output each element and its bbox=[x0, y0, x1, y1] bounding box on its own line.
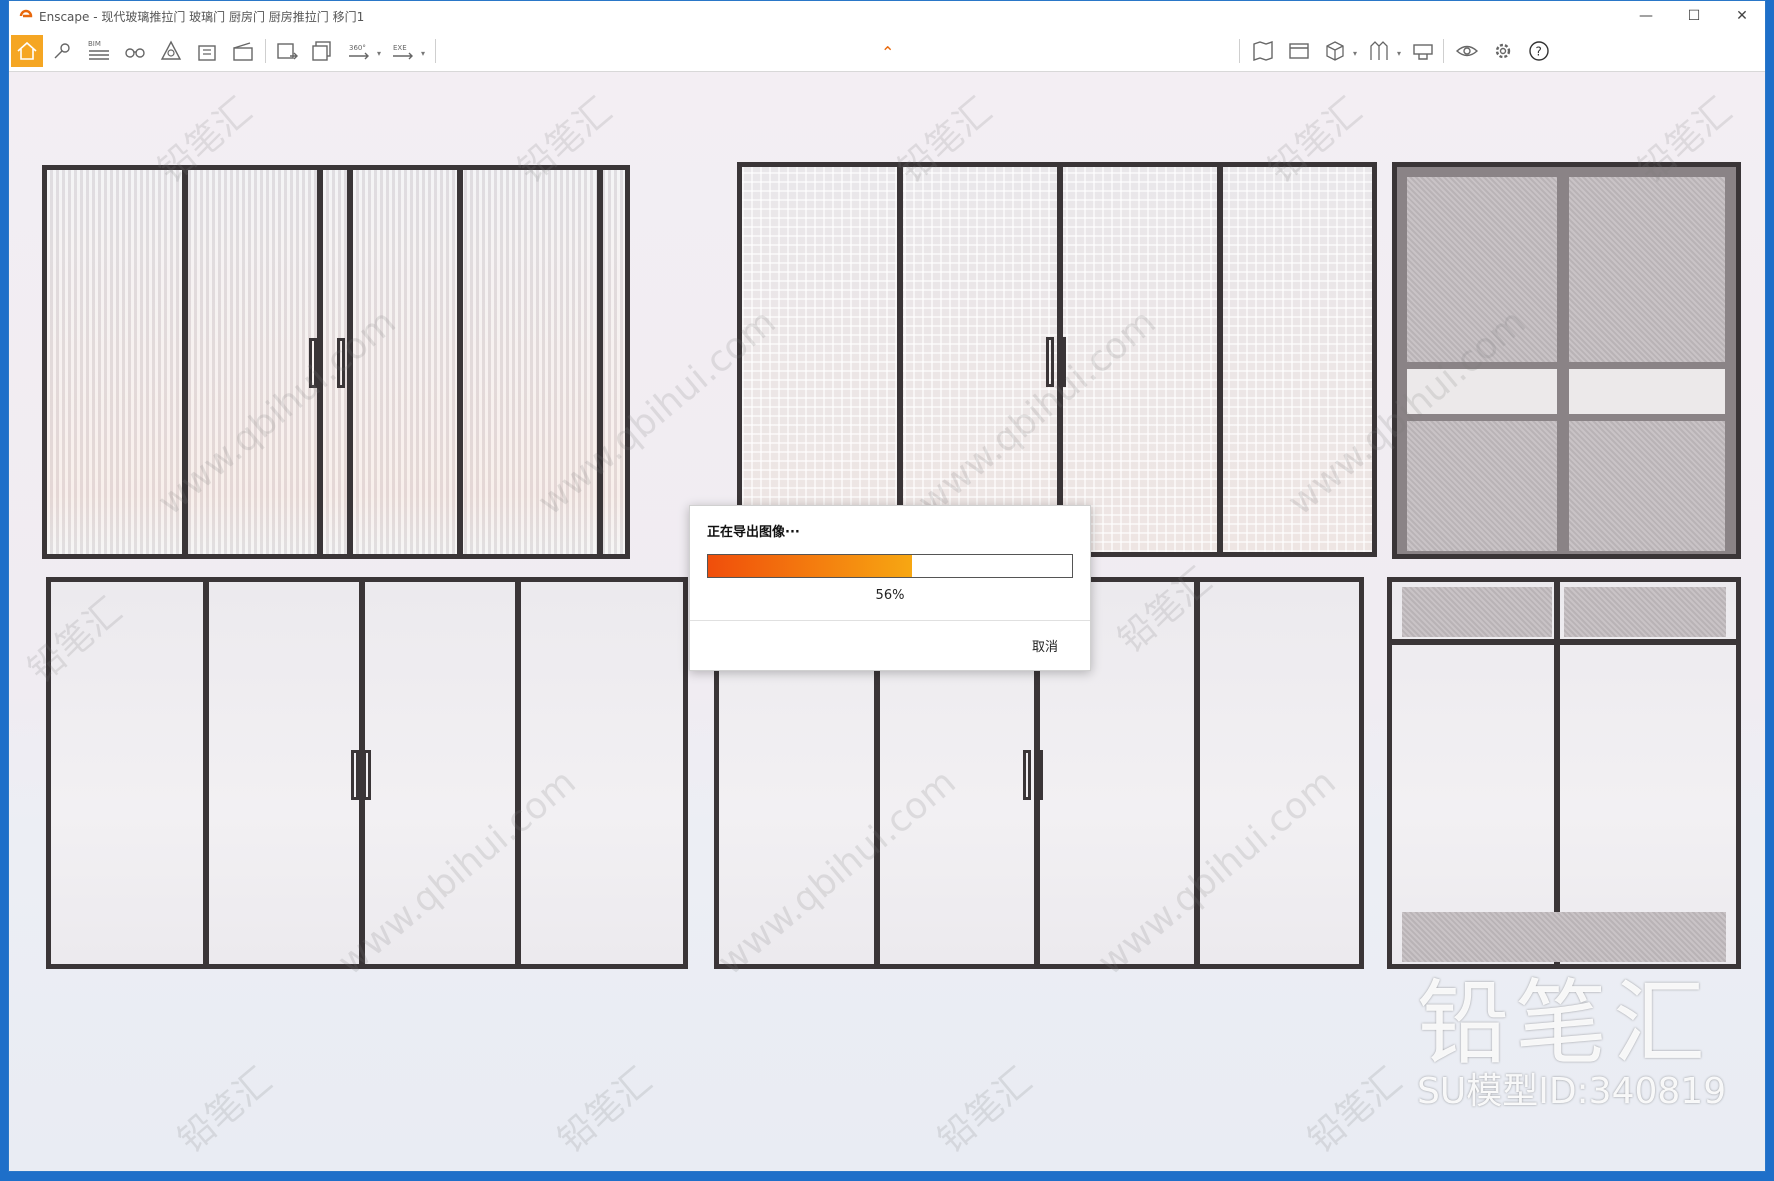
door-model-ribbed-top-left bbox=[42, 165, 630, 559]
door-model-bottom-right bbox=[1387, 577, 1741, 969]
views-icon bbox=[1289, 43, 1309, 59]
watermark-brand: 铅笔汇 bbox=[930, 1060, 1040, 1162]
brand-watermark: 铅笔汇 SU模型ID:340819 bbox=[1417, 976, 1726, 1112]
collapse-toolbar-icon[interactable]: ⌃ bbox=[881, 43, 894, 62]
cube-dropdown-icon[interactable]: ▾ bbox=[1353, 49, 1357, 58]
bim-button[interactable]: BIM bbox=[83, 35, 115, 67]
svg-text:?: ? bbox=[1536, 45, 1542, 59]
model-id-text: SU模型ID:340819 bbox=[1417, 1071, 1727, 1112]
toolbar-separator bbox=[1443, 39, 1444, 63]
svg-text:360°: 360° bbox=[349, 44, 366, 52]
svg-text:EXE: EXE bbox=[393, 44, 407, 52]
location-button[interactable] bbox=[47, 35, 79, 67]
app-window: Enscape - 现代玻璃推拉门 玻璃门 厨房门 厨房推拉门 移门1 — ☐ … bbox=[8, 0, 1766, 1172]
maximize-button[interactable]: ☐ bbox=[1671, 1, 1717, 31]
gear-icon bbox=[1495, 43, 1511, 59]
export-dropdown-icon[interactable]: ▾ bbox=[421, 49, 425, 58]
general-settings-button[interactable] bbox=[1487, 35, 1519, 67]
progress-fill bbox=[708, 555, 912, 577]
door-model-plain-bottom-left bbox=[46, 577, 688, 969]
progress-percent: 56% bbox=[875, 588, 905, 603]
watermark-brand: 铅笔汇 bbox=[170, 1060, 280, 1162]
building-icon bbox=[198, 45, 216, 61]
collaboration-button[interactable] bbox=[1407, 35, 1439, 67]
dialog-divider bbox=[690, 620, 1090, 621]
batch-export-icon bbox=[312, 41, 331, 61]
title-bar[interactable]: Enscape - 现代玻璃推拉门 玻璃门 厨房门 厨房推拉门 移门1 — ☐ … bbox=[9, 1, 1765, 31]
atmosphere-icon bbox=[160, 40, 182, 60]
close-button[interactable]: ✕ bbox=[1719, 1, 1765, 31]
toolbar-separator bbox=[1239, 39, 1240, 63]
mini-map-button[interactable] bbox=[1247, 35, 1279, 67]
home-icon bbox=[17, 41, 37, 60]
binoculars-icon bbox=[125, 48, 145, 58]
asset-library-button[interactable] bbox=[191, 35, 223, 67]
binoculars-button[interactable] bbox=[119, 35, 151, 67]
toolbar-separator bbox=[435, 39, 436, 63]
window-title: Enscape - 现代玻璃推拉门 玻璃门 厨房门 厨房推拉门 移门1 bbox=[39, 9, 365, 24]
export-progress-bar bbox=[707, 554, 1073, 578]
enscape-logo-icon bbox=[19, 9, 33, 23]
home-button[interactable] bbox=[11, 35, 43, 67]
batch-render-button[interactable] bbox=[307, 35, 339, 67]
export-progress-dialog: 正在导出图像··· 56% 取消 bbox=[689, 505, 1091, 671]
exe-export-icon: EXE bbox=[393, 44, 413, 60]
watermark-brand: 铅笔汇 bbox=[1300, 1060, 1410, 1162]
brand-logo-text: 铅笔汇 bbox=[1417, 970, 1712, 1077]
clapperboard-icon bbox=[233, 42, 253, 61]
views-button[interactable] bbox=[1283, 35, 1315, 67]
help-icon: ? bbox=[1529, 41, 1549, 61]
panorama-dropdown-icon[interactable]: ▾ bbox=[377, 49, 381, 58]
dialog-title: 正在导出图像··· bbox=[707, 525, 800, 540]
door-model-frosted-top-right bbox=[1392, 162, 1741, 559]
section-icon bbox=[1370, 41, 1388, 60]
minimize-button[interactable]: — bbox=[1623, 1, 1669, 31]
cube-icon bbox=[1326, 41, 1344, 61]
sections-button[interactable] bbox=[1363, 35, 1395, 67]
visual-settings-button[interactable] bbox=[1451, 35, 1483, 67]
map-pin-icon bbox=[54, 43, 70, 59]
cancel-button[interactable]: 取消 bbox=[1032, 636, 1058, 655]
panorama-icon: 360° bbox=[349, 44, 369, 60]
help-button[interactable]: ? bbox=[1523, 35, 1555, 67]
cube-button[interactable] bbox=[1319, 35, 1351, 67]
atmosphere-button[interactable] bbox=[155, 35, 187, 67]
panorama-button[interactable]: 360° bbox=[343, 35, 375, 67]
video-editor-button[interactable] bbox=[227, 35, 259, 67]
map-icon bbox=[1253, 41, 1273, 61]
door-model-grid-top-middle bbox=[737, 162, 1377, 557]
screenshot-button[interactable] bbox=[271, 35, 303, 67]
eye-icon bbox=[1455, 45, 1479, 57]
svg-text:BIM: BIM bbox=[88, 40, 101, 48]
collaboration-icon bbox=[1413, 44, 1433, 60]
bim-icon: BIM bbox=[88, 40, 109, 60]
toolbar-separator bbox=[265, 39, 266, 63]
export-image-icon bbox=[277, 43, 298, 60]
sections-dropdown-icon[interactable]: ▾ bbox=[1397, 49, 1401, 58]
watermark-brand: 铅笔汇 bbox=[550, 1060, 660, 1162]
export-exe-button[interactable]: EXE bbox=[387, 35, 419, 67]
